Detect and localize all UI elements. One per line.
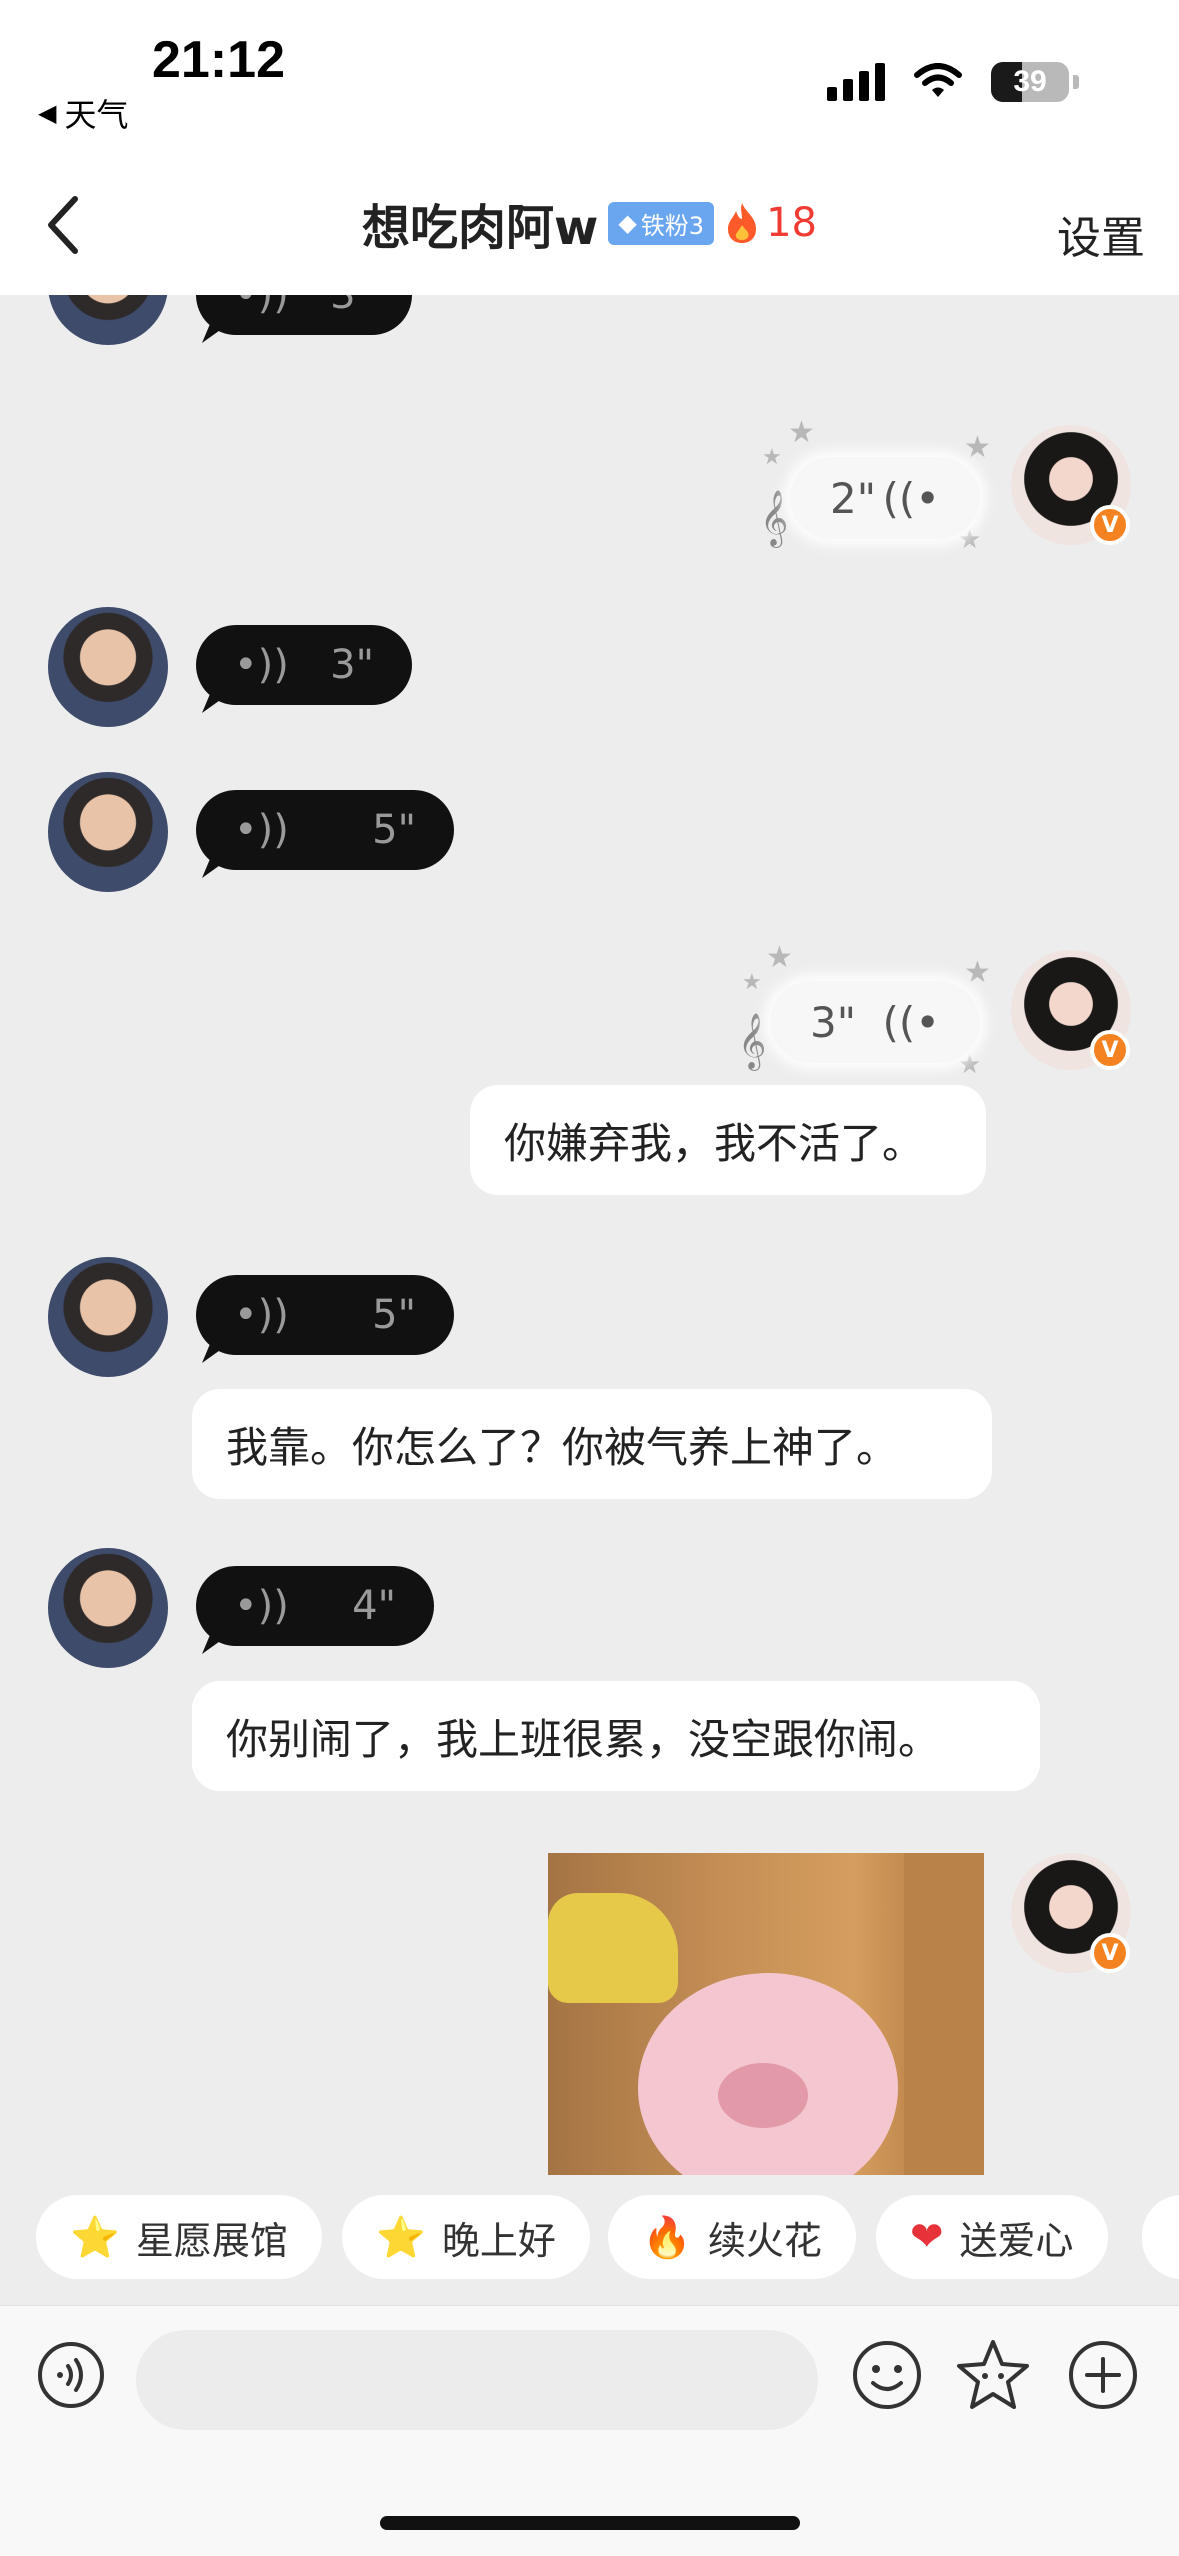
voice-message[interactable]: 2" ((•: [790, 457, 980, 539]
sparkle-star-icon: ★: [766, 940, 793, 975]
quick-reply-chip[interactable]: 🔥 续火花: [608, 2195, 856, 2279]
sparkle-star-icon: ★: [742, 970, 762, 995]
diamond-icon: ◆: [618, 209, 637, 237]
voice-input-button[interactable]: [30, 2334, 112, 2416]
sparkle-star-icon: ★: [964, 955, 991, 990]
voice-message[interactable]: •)) 3": [196, 625, 412, 705]
sparkle-star-icon: ★: [964, 430, 991, 465]
chat-header: 想吃肉阿w ◆ 铁粉3 18 设置: [0, 160, 1179, 295]
contact-avatar[interactable]: [48, 1548, 168, 1668]
plus-icon: [1069, 2341, 1137, 2409]
sticker-image-piglet[interactable]: [548, 1853, 984, 2175]
wifi-icon: [914, 63, 962, 97]
message-list[interactable]: •)) 3" V ★ ★ ★ ★ 𝄞 2" ((• •)) 3" •)) 5" …: [0, 295, 1179, 2175]
message-input[interactable]: [136, 2330, 818, 2430]
voice-duration: 4": [352, 1583, 396, 1629]
sticker-button[interactable]: [952, 2334, 1034, 2416]
fire-icon: [728, 203, 757, 243]
text-message[interactable]: 你别闹了，我上班很累，没空跟你闹。: [192, 1681, 1040, 1791]
music-note-icon: 𝄞: [738, 1013, 767, 1069]
quick-reply-chip[interactable]: ⭐ 晚上好: [342, 2195, 590, 2279]
voice-wave-icon: •)): [234, 807, 289, 853]
contact-avatar[interactable]: [48, 1257, 168, 1377]
star-face-icon: ⭐: [376, 2214, 426, 2261]
home-indicator[interactable]: [380, 2516, 800, 2530]
battery-indicator: 39: [991, 62, 1079, 102]
message-text: 你别闹了，我上班很累，没空跟你闹。: [226, 1714, 941, 1764]
voice-wave-icon: ((•: [882, 473, 940, 523]
contact-avatar[interactable]: [48, 607, 168, 727]
voice-message[interactable]: •)) 5": [196, 1275, 454, 1355]
music-note-icon: 𝄞: [760, 490, 789, 546]
text-message[interactable]: 我靠。你怎么了？你被气养上神了。: [192, 1389, 992, 1499]
quick-reply-bar[interactable]: ⭐ 星愿展馆 ⭐ 晚上好 🔥 续火花 ❤ 送爱心: [0, 2195, 1179, 2285]
chip-label: 晚上好: [441, 2218, 556, 2263]
sparkle-star-icon: ★: [788, 415, 815, 450]
voice-wave-icon: •)): [234, 295, 289, 318]
quick-reply-chip[interactable]: ⭐ 星愿展馆: [36, 2195, 322, 2279]
voice-duration: 5": [372, 1292, 416, 1338]
heart-icon: ❤: [910, 2214, 944, 2260]
contact-avatar[interactable]: [48, 772, 168, 892]
contact-name: 想吃肉阿w: [361, 200, 599, 256]
voice-wave-icon: [38, 2342, 104, 2408]
chip-label: 送爱心: [959, 2218, 1074, 2263]
chip-label: 续火花: [707, 2218, 822, 2263]
text-message[interactable]: 你嫌弃我，我不活了。: [470, 1085, 986, 1195]
voice-message[interactable]: 3" ((•: [770, 981, 980, 1063]
message-text: 你嫌弃我，我不活了。: [504, 1118, 925, 1168]
back-to-app[interactable]: ◀ 天气: [38, 90, 128, 136]
verified-badge-icon: V: [1090, 505, 1130, 545]
quick-reply-chip[interactable]: [1142, 2195, 1179, 2279]
battery-percent: 39: [1013, 65, 1047, 98]
cellular-signal-icon: [827, 63, 885, 101]
fan-level-badge: ◆ 铁粉3: [608, 201, 715, 245]
chip-label: 星愿展馆: [135, 2218, 288, 2263]
voice-message[interactable]: •)) 4": [196, 1566, 434, 1646]
voice-duration: 3": [330, 295, 374, 318]
quick-reply-chip[interactable]: ❤ 送爱心: [876, 2195, 1108, 2279]
settings-button[interactable]: 设置: [1057, 202, 1145, 266]
voice-wave-icon: •)): [234, 1292, 289, 1338]
chat-title: 想吃肉阿w ◆ 铁粉3 18: [0, 188, 1179, 258]
fan-level-label: 铁粉3: [640, 211, 705, 240]
status-time: 21:12: [152, 31, 285, 89]
voice-duration: 3": [330, 642, 374, 688]
star-face-icon: ⭐: [70, 2214, 120, 2261]
back-triangle-icon: ◀: [38, 99, 57, 127]
fire-count-value: 18: [766, 200, 817, 246]
contact-avatar[interactable]: [48, 295, 168, 345]
voice-wave-icon: •)): [234, 642, 289, 688]
voice-duration: 5": [372, 807, 416, 853]
fire-icon: 🔥: [642, 2214, 692, 2261]
verified-badge-icon: V: [1090, 1933, 1130, 1973]
voice-duration: 2": [830, 473, 877, 523]
voice-wave-icon: •)): [234, 1583, 289, 1629]
voice-message[interactable]: •)) 5": [196, 790, 454, 870]
verified-badge-icon: V: [1090, 1030, 1130, 1070]
back-app-label: 天气: [64, 96, 129, 134]
system-icons: 39: [827, 62, 1079, 102]
star-face-icon: [957, 2340, 1029, 2409]
sparkle-star-icon: ★: [762, 445, 782, 470]
voice-message[interactable]: •)) 3": [196, 295, 412, 335]
smile-face-icon: [853, 2341, 921, 2409]
status-bar: 21:12 ◀ 天气 39: [0, 0, 1179, 160]
fire-streak: 18: [724, 200, 817, 246]
voice-wave-icon: ((•: [882, 997, 940, 1047]
voice-duration: 3": [810, 997, 857, 1047]
more-plus-button[interactable]: [1062, 2334, 1144, 2416]
battery-icon: 39: [991, 62, 1069, 102]
message-text: 我靠。你怎么了？你被气养上神了。: [226, 1422, 899, 1472]
emoji-button[interactable]: [846, 2334, 928, 2416]
